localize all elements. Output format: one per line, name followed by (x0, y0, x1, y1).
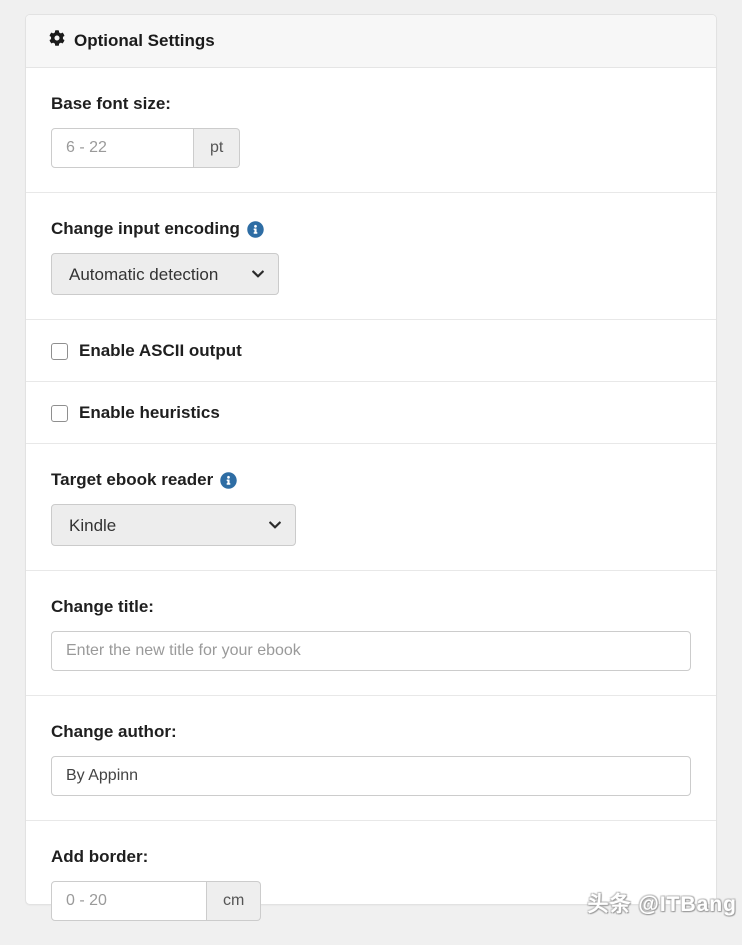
section-heuristics: Enable heuristics (26, 382, 716, 444)
gear-icon (49, 30, 65, 51)
base-font-size-label: Base font size: (51, 93, 691, 115)
optional-settings-panel: Optional Settings Base font size: pt Cha… (25, 14, 717, 905)
base-font-size-unit: pt (194, 128, 240, 168)
info-icon[interactable] (247, 218, 264, 240)
panel-header: Optional Settings (26, 15, 716, 68)
watermark: 头条 @ITBang (588, 888, 737, 918)
base-font-size-input[interactable] (51, 128, 194, 168)
section-base-font-size: Base font size: pt (26, 68, 716, 193)
change-author-input[interactable] (51, 756, 691, 796)
ebook-reader-label-text: Target ebook reader (51, 469, 213, 491)
section-change-title: Change title: (26, 571, 716, 696)
heuristics-option[interactable]: Enable heuristics (51, 403, 691, 423)
section-ebook-reader: Target ebook reader Kindle (26, 444, 716, 571)
heuristics-checkbox[interactable] (51, 405, 68, 422)
change-title-input[interactable] (51, 631, 691, 671)
section-input-encoding: Change input encoding Automatic detectio… (26, 193, 716, 320)
input-encoding-label-text: Change input encoding (51, 218, 240, 240)
change-author-label: Change author: (51, 721, 691, 743)
panel-title: Optional Settings (74, 31, 215, 51)
ascii-output-label: Enable ASCII output (79, 341, 242, 361)
change-title-label: Change title: (51, 596, 691, 618)
add-border-unit: cm (207, 881, 261, 921)
ebook-reader-select[interactable]: Kindle (51, 504, 296, 546)
ascii-output-option[interactable]: Enable ASCII output (51, 341, 691, 361)
info-icon[interactable] (220, 469, 237, 491)
section-add-border: Add border: cm (26, 821, 716, 945)
input-encoding-select[interactable]: Automatic detection (51, 253, 279, 295)
input-encoding-label: Change input encoding (51, 218, 691, 240)
section-ascii-output: Enable ASCII output (26, 320, 716, 382)
add-border-label: Add border: (51, 846, 691, 868)
ascii-output-checkbox[interactable] (51, 343, 68, 360)
heuristics-label: Enable heuristics (79, 403, 220, 423)
ebook-reader-label: Target ebook reader (51, 469, 691, 491)
add-border-input[interactable] (51, 881, 207, 921)
section-change-author: Change author: (26, 696, 716, 821)
